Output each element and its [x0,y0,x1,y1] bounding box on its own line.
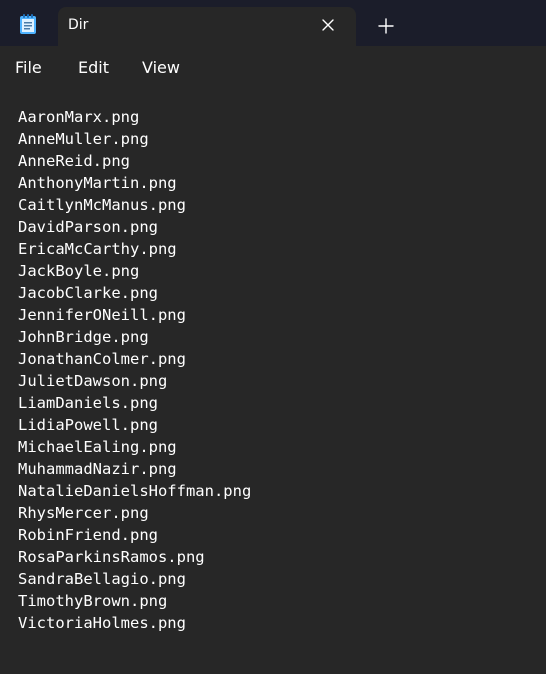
text-line: EricaMcCarthy.png [18,240,177,258]
text-line: AnneMuller.png [18,130,149,148]
close-icon[interactable] [320,17,336,33]
text-line: JacobClarke.png [18,284,158,302]
text-line: RosaParkinsRamos.png [18,548,205,566]
text-line: MuhammadNazir.png [18,460,177,478]
text-line: AnneReid.png [18,152,130,170]
text-line: SandraBellagio.png [18,570,186,588]
text-line: RhysMercer.png [18,504,149,522]
plus-icon[interactable] [378,18,394,34]
text-line: CaitlynMcManus.png [18,196,186,214]
notepad-icon [20,14,36,34]
text-line: TimothyBrown.png [18,592,168,610]
text-line: JulietDawson.png [18,372,168,390]
text-line: AaronMarx.png [18,108,140,126]
title-bar: Dir [0,0,546,46]
text-line: DavidParson.png [18,218,158,236]
tab-title: Dir [68,17,89,33]
text-line: NatalieDanielsHoffman.png [18,482,252,500]
menu-bar: File Edit View [0,46,546,88]
text-line: MichaelEaling.png [18,438,177,456]
menu-view[interactable]: View [142,58,180,77]
text-line: JenniferONeill.png [18,306,186,324]
text-line: AnthonyMartin.png [18,174,177,192]
text-line: JackBoyle.png [18,262,140,280]
text-line: LiamDaniels.png [18,394,158,412]
menu-edit[interactable]: Edit [78,58,109,77]
text-line: JohnBridge.png [18,328,149,346]
document-text[interactable]: AaronMarx.png AnneMuller.png AnneReid.pn… [18,106,251,634]
menu-file[interactable]: File [15,58,42,77]
text-line: LidiaPowell.png [18,416,158,434]
tab-dir[interactable]: Dir [58,7,356,46]
text-line: JonathanColmer.png [18,350,186,368]
text-line: VictoriaHolmes.png [18,614,186,632]
text-line: RobinFriend.png [18,526,158,544]
text-editor[interactable]: AaronMarx.png AnneMuller.png AnneReid.pn… [0,88,546,674]
